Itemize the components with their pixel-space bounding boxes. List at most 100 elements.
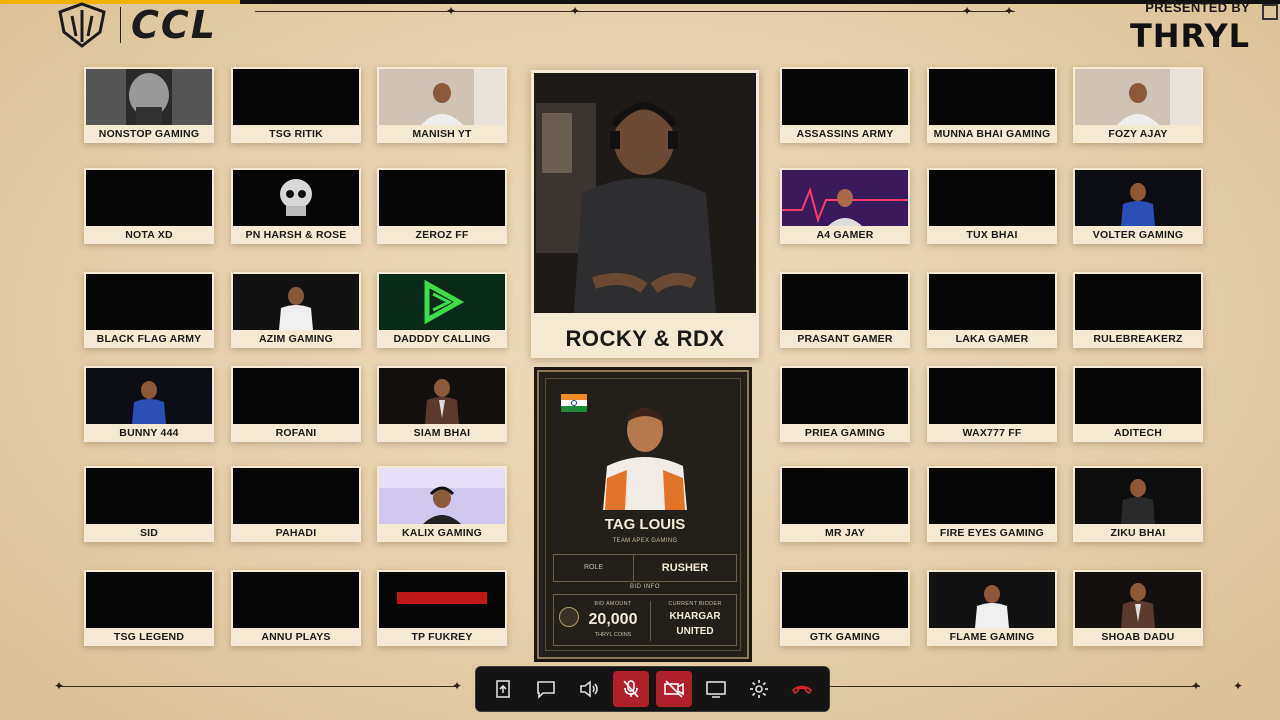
participant-tile[interactable]: GTK GAMING: [780, 570, 910, 646]
participant-tile[interactable]: NONSTOP GAMING: [84, 67, 214, 143]
participant-name: FIRE EYES GAMING: [939, 527, 1045, 539]
participant-tile[interactable]: WAX777 FF: [927, 366, 1057, 442]
participant-video-off: [1075, 368, 1201, 424]
presented-by-label: PRESENTED BY: [1145, 0, 1250, 15]
participant-video: [782, 170, 908, 226]
participant-tile[interactable]: MUNNA BHAI GAMING: [927, 67, 1057, 143]
footer-diamond-ornament: ✦: [1191, 679, 1202, 693]
participant-tile[interactable]: RULEBREAKERZ: [1073, 272, 1203, 348]
participant-tile[interactable]: DADDDY CALLING: [377, 272, 507, 348]
participant-tile[interactable]: PN HARSH & ROSE: [231, 168, 361, 244]
participant-name: PN HARSH & ROSE: [245, 229, 347, 241]
participant-tile[interactable]: TP FUKREY: [377, 570, 507, 646]
main-speaker-tile[interactable]: ROCKY & RDX: [531, 70, 759, 358]
settings-icon: [750, 680, 769, 698]
participant-video-off: [929, 170, 1055, 226]
bid-separator: [650, 601, 651, 641]
participant-video: [379, 274, 505, 330]
participant-tile[interactable]: SID: [84, 466, 214, 542]
footer-diamond-ornament: ✦: [54, 679, 65, 693]
call-toolbar: [475, 666, 830, 712]
participant-name: BLACK FLAG ARMY: [96, 333, 202, 345]
mic-toggle-button[interactable]: [613, 671, 650, 707]
current-bidder-block: CURRENT BIDDER KHARGAR UNITED: [652, 601, 738, 637]
footer-divider-line-right: [830, 686, 1200, 687]
participant-video: [86, 368, 212, 424]
participant-tile[interactable]: LAKA GAMER: [927, 272, 1057, 348]
participant-tile[interactable]: FIRE EYES GAMING: [927, 466, 1057, 542]
chat-button[interactable]: [528, 671, 564, 707]
participant-video: [1075, 572, 1201, 628]
participant-name: GTK GAMING: [809, 631, 881, 643]
participant-tile[interactable]: ZIKU BHAI: [1073, 466, 1203, 542]
participant-tile[interactable]: TUX BHAI: [927, 168, 1057, 244]
participant-tile[interactable]: SIAM BHAI: [377, 366, 507, 442]
participant-video-off: [1075, 274, 1201, 330]
participant-video-off: [233, 69, 359, 125]
participant-tile[interactable]: FLAME GAMING: [927, 570, 1057, 646]
participant-tile[interactable]: PRIEA GAMING: [780, 366, 910, 442]
india-flag-icon: [561, 394, 587, 412]
ccl-logo: CCL: [54, 2, 217, 48]
participant-tile[interactable]: BUNNY 444: [84, 366, 214, 442]
camera-off-icon: [664, 680, 684, 698]
participant-tile[interactable]: ADITECH: [1073, 366, 1203, 442]
participant-name: MR JAY: [825, 527, 865, 539]
participant-tile[interactable]: TSG LEGEND: [84, 570, 214, 646]
participant-name: PRIEA GAMING: [804, 427, 886, 439]
settings-button[interactable]: [741, 671, 777, 707]
participant-tile[interactable]: PRASANT GAMER: [780, 272, 910, 348]
participant-tile[interactable]: FOZY AJAY: [1073, 67, 1203, 143]
participant-video-off: [782, 572, 908, 628]
bid-currency: THRYL COINS: [594, 632, 632, 638]
participant-tile[interactable]: SHOAB DADU: [1073, 570, 1203, 646]
participant-tile[interactable]: ASSASSINS ARMY: [780, 67, 910, 143]
bid-box: BID AMOUNT 20,000 THRYL COINS CURRENT BI…: [553, 594, 737, 646]
participant-video: [929, 572, 1055, 628]
participant-name: PRASANT GAMER: [797, 333, 893, 345]
share-button[interactable]: [485, 671, 521, 707]
participant-tile[interactable]: KALIX GAMING: [377, 466, 507, 542]
player-team: TEAM APEX GAMING: [612, 538, 678, 544]
footer-diamond-ornament: ✦: [1233, 679, 1244, 693]
header-divider-line: [255, 11, 1015, 12]
player-card: TAG LOUIS TEAM APEX GAMING ROLE RUSHER B…: [537, 370, 749, 659]
participant-name: PAHADI: [275, 527, 317, 539]
participant-video-off: [379, 170, 505, 226]
participant-name: ZIKU BHAI: [1110, 527, 1166, 539]
participant-tile[interactable]: MR JAY: [780, 466, 910, 542]
camera-toggle-button[interactable]: [655, 671, 692, 707]
screen-share-button[interactable]: [698, 671, 734, 707]
participant-tile[interactable]: VOLTER GAMING: [1073, 168, 1203, 244]
participant-tile[interactable]: NOTA XD: [84, 168, 214, 244]
participant-video: [86, 69, 212, 125]
participant-video-off: [782, 69, 908, 125]
participant-name: MANISH YT: [412, 128, 472, 140]
participant-tile[interactable]: TSG RITIK: [231, 67, 361, 143]
participant-tile[interactable]: ANNU PLAYS: [231, 570, 361, 646]
main-speaker-person-icon: [534, 73, 756, 313]
participant-tile[interactable]: MANISH YT: [377, 67, 507, 143]
participant-name: TSG LEGEND: [113, 631, 185, 643]
participant-tile[interactable]: ROFANI: [231, 366, 361, 442]
mic-off-icon: [623, 680, 639, 698]
participant-tile[interactable]: ZEROZ FF: [377, 168, 507, 244]
participant-video: [233, 170, 359, 226]
participant-tile[interactable]: BLACK FLAG ARMY: [84, 272, 214, 348]
chat-icon: [537, 681, 555, 699]
participant-tile[interactable]: A4 GAMER: [780, 168, 910, 244]
participant-name: A4 GAMER: [816, 229, 874, 241]
participant-name: TUX BHAI: [966, 229, 1018, 241]
speaker-button[interactable]: [571, 671, 607, 707]
header-diamond-ornament: ✦: [446, 4, 457, 18]
participant-tile[interactable]: AZIM GAMING: [231, 272, 361, 348]
participant-name: MUNNA BHAI GAMING: [933, 128, 1051, 140]
footer-divider-line-left: [60, 686, 458, 687]
layout-grid-icon[interactable]: [1262, 4, 1278, 20]
participant-name: TSG RITIK: [269, 128, 323, 140]
hang-up-button[interactable]: [784, 671, 820, 707]
participant-name: VOLTER GAMING: [1092, 229, 1184, 241]
participant-tile[interactable]: PAHADI: [231, 466, 361, 542]
participant-video-off: [233, 468, 359, 524]
participant-video-off: [929, 468, 1055, 524]
